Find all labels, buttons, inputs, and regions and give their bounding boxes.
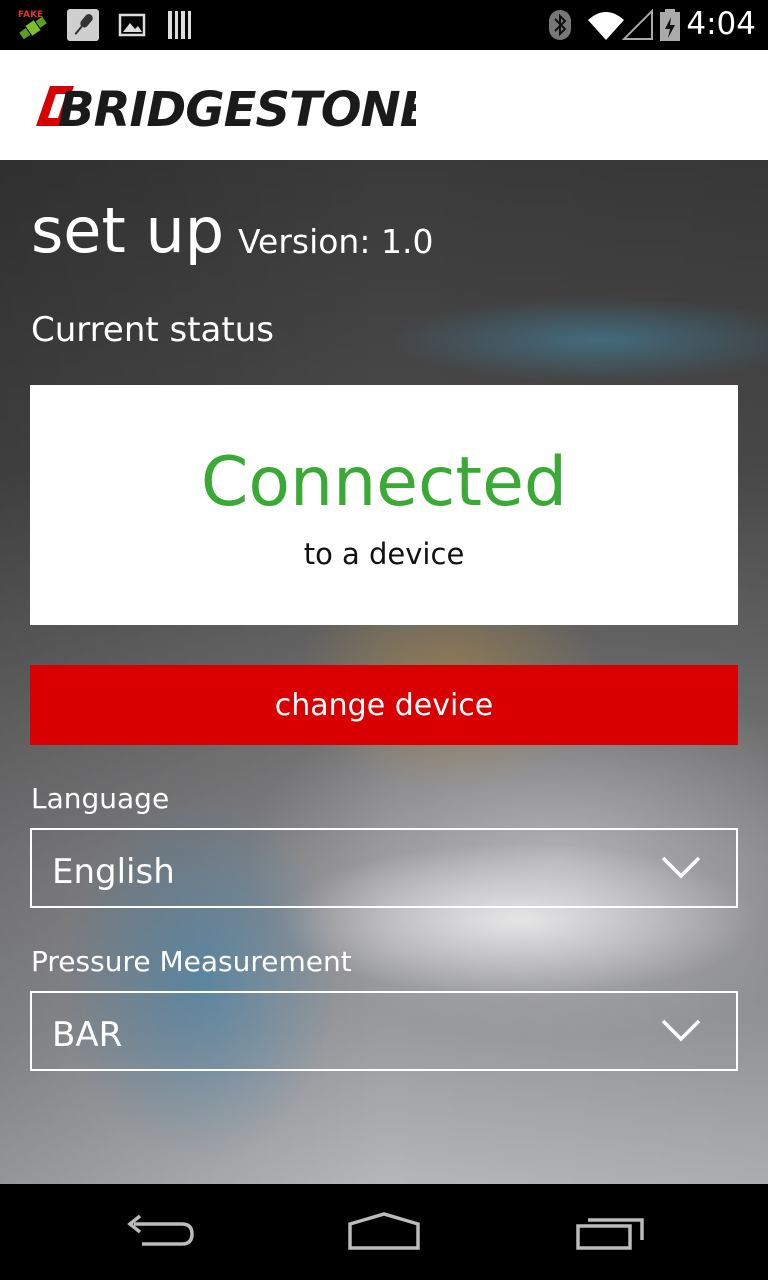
svg-text:BRIDGESTONE: BRIDGESTONE [58,82,416,132]
language-label: Language [31,782,170,815]
change-device-label: change device [274,687,494,723]
pressure-value: BAR [52,1015,123,1055]
clock: 4:04 [686,6,756,42]
status-bar: FAKE 4:04 [0,0,768,50]
change-device-button[interactable]: change device [30,665,738,745]
chevron-down-icon [661,856,701,879]
connection-status-detail: to a device [303,537,465,571]
svg-text:FAKE: FAKE [18,10,43,20]
back-icon[interactable] [120,1210,200,1254]
recents-icon[interactable] [570,1210,650,1254]
battery-icon [660,9,680,41]
wifi-icon [588,12,624,40]
version-label: Version: 1.0 [238,222,434,261]
signal-icon [622,8,653,40]
fake-gps-icon: FAKE [18,10,47,40]
barcode-icon [168,11,191,39]
connection-status: Connected [200,443,568,522]
app-header: BRIDGESTONE [0,50,768,160]
navigation-bar [0,1184,768,1280]
bluetooth-icon [549,10,571,40]
language-value: English [52,852,175,892]
page-title: set up [31,194,225,267]
language-select[interactable]: English [30,828,738,908]
setup-content: set up Version: 1.0 Current status Conne… [0,160,768,1184]
microphone-icon [67,9,99,41]
chevron-down-icon [661,1019,701,1042]
pressure-label: Pressure Measurement [31,945,352,978]
home-icon[interactable] [344,1210,424,1254]
image-icon [118,13,146,37]
status-card: Connected to a device [30,385,738,625]
bridgestone-logo: BRIDGESTONE [36,82,416,132]
pressure-select[interactable]: BAR [30,991,738,1071]
current-status-label: Current status [31,310,274,350]
